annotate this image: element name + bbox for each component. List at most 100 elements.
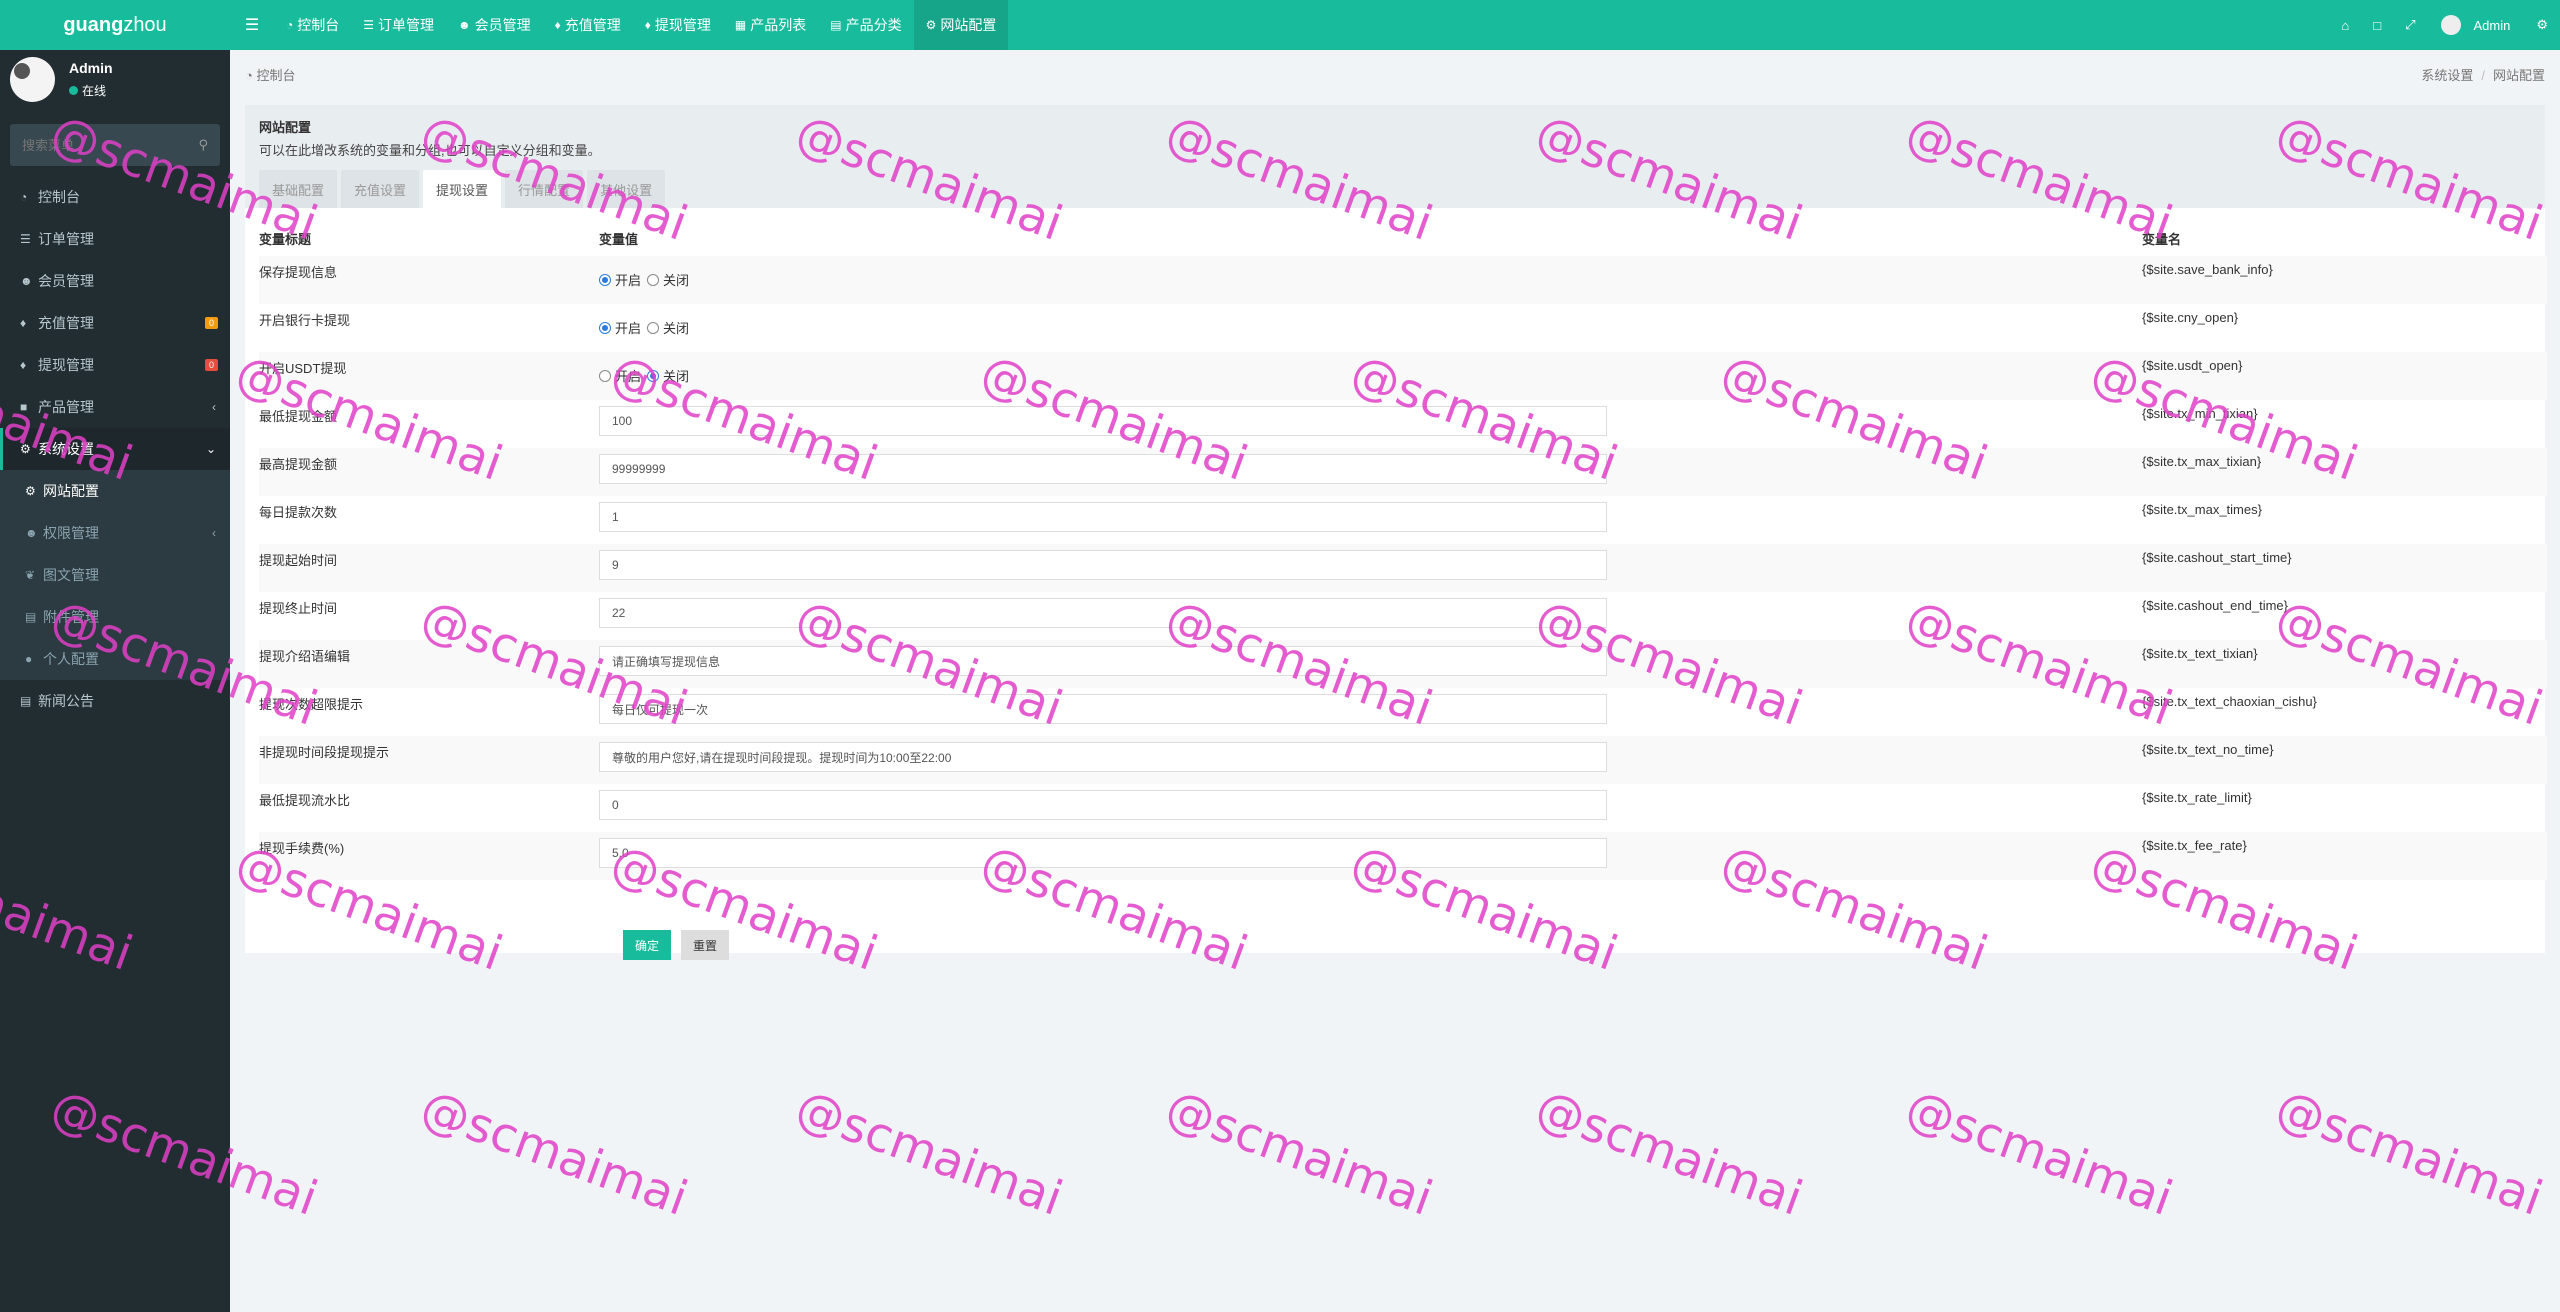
column-header: 变量标题 xyxy=(259,231,312,247)
sidebar-item-permissions[interactable]: ☻ 权限管理 ‹ xyxy=(0,512,230,554)
breadcrumb: ◔ 控制台 系统设置 / 网站配置 xyxy=(230,50,2560,98)
sidebar-item-members[interactable]: ☻ 会员管理 xyxy=(0,260,230,302)
variable-name: {$site.cashout_start_time} xyxy=(2142,544,2547,592)
tab-basic[interactable]: 基础配置 xyxy=(259,170,338,208)
tab-other-settings[interactable]: 其他设置 xyxy=(587,170,666,208)
menu-toggle-icon[interactable]: ☰ xyxy=(230,15,274,35)
tab-label: 控制台 xyxy=(297,17,340,33)
panel-heading: 网站配置 可以在此增改系统的变量和分组,也可以自定义分组和变量。 基础配置 充值… xyxy=(245,105,2545,208)
config-value-input[interactable] xyxy=(599,454,1607,484)
config-value-input[interactable] xyxy=(599,598,1607,628)
sidebar-item-products[interactable]: ■ 产品管理 ‹ xyxy=(0,386,230,428)
tab-dashboard[interactable]: ◔ 控制台 xyxy=(274,0,351,50)
users-icon: ☻ xyxy=(25,526,38,540)
sidebar-item-label: 提现管理 xyxy=(38,357,94,373)
withdraw-count-badge: 0 xyxy=(204,359,218,371)
sidebar-item-news[interactable]: ▤ 新闻公告 xyxy=(0,680,230,722)
table-row: 提现介绍语编辑 {$site.tx_text_tixian} xyxy=(259,640,2547,688)
config-value-input[interactable] xyxy=(599,502,1607,532)
sidebar-item-settings[interactable]: ⚙ 系统设置 ⌄ xyxy=(0,428,230,470)
logo[interactable]: guang zhou xyxy=(0,0,230,50)
sidebar-search: ⚲ xyxy=(10,124,220,166)
config-value-input[interactable] xyxy=(599,838,1607,868)
sidebar-item-recharge[interactable]: ♦ 充值管理 0 xyxy=(0,302,230,344)
variable-value-cell xyxy=(599,832,2142,880)
sidebar-item-profile[interactable]: ● 个人配置 xyxy=(0,638,230,680)
variable-title: 最高提现金额 xyxy=(259,448,599,496)
sidebar-item-orders[interactable]: ☰ 订单管理 xyxy=(0,218,230,260)
dashboard-icon: ◔ xyxy=(20,190,28,204)
breadcrumb-left[interactable]: ◔ 控制台 xyxy=(245,65,295,84)
radio-on-label[interactable]: 开启 xyxy=(615,366,641,385)
variable-value-cell: 开启 关闭 xyxy=(599,352,2142,400)
table-row: 保存提现信息 开启 关闭 {$site.save_bank_info} xyxy=(259,256,2547,304)
chevron-left-icon: ‹ xyxy=(212,526,216,540)
confirm-button[interactable]: 确定 xyxy=(623,930,672,960)
sidebar-item-withdraw[interactable]: ♦ 提现管理 0 xyxy=(0,344,230,386)
file-icon: ▤ xyxy=(25,610,37,624)
tab-recharge[interactable]: ♦ 充值管理 xyxy=(543,0,633,50)
column-header: 变量名 xyxy=(2142,231,2182,247)
tab-product-category[interactable]: ▤ 产品分类 xyxy=(818,0,913,50)
tab-orders[interactable]: ☰ 订单管理 xyxy=(351,0,446,50)
radio-off[interactable] xyxy=(647,321,660,334)
radio-on-label[interactable]: 开启 xyxy=(615,318,641,337)
reset-button[interactable]: 重置 xyxy=(681,930,730,960)
config-value-input[interactable] xyxy=(599,646,1607,676)
breadcrumb-current: 网站配置 xyxy=(2492,67,2545,83)
tab-members[interactable]: ☻ 会员管理 xyxy=(446,0,543,50)
variable-value-cell xyxy=(599,544,2142,592)
config-value-input[interactable] xyxy=(599,550,1607,580)
radio-off-label[interactable]: 关闭 xyxy=(663,270,689,289)
user-menu-name: Admin xyxy=(2473,17,2511,33)
tab-market-config[interactable]: 行情配置 xyxy=(505,170,584,208)
trash-icon[interactable]: □ xyxy=(2361,18,2393,33)
tab-label: 会员管理 xyxy=(474,17,531,33)
radio-off-label[interactable]: 关闭 xyxy=(663,318,689,337)
fullscreen-icon[interactable]: ⤢ xyxy=(2393,17,2427,33)
user-menu[interactable]: Admin xyxy=(2427,15,2524,35)
sidebar-item-articles[interactable]: ❦ 图文管理 xyxy=(0,554,230,596)
config-value-input[interactable] xyxy=(599,742,1607,772)
radio-off[interactable] xyxy=(647,273,660,286)
user-icon: ● xyxy=(25,652,33,666)
table-row: 开启USDT提现 开启 关闭 {$site.usdt_open} xyxy=(259,352,2547,400)
sidebar-item-attachments[interactable]: ▤ 附件管理 xyxy=(0,596,230,638)
search-input[interactable] xyxy=(22,137,199,153)
variable-title: 开启银行卡提现 xyxy=(259,313,351,328)
variable-name: {$site.tx_fee_rate} xyxy=(2142,832,2547,880)
sidebar-item-dashboard[interactable]: ◔ 控制台 xyxy=(0,176,230,218)
radio-on-label[interactable]: 开启 xyxy=(615,270,641,289)
home-icon[interactable]: ⌂ xyxy=(2329,18,2361,33)
variable-title: 保存提现信息 xyxy=(259,256,599,304)
tab-product-list[interactable]: ▦ 产品列表 xyxy=(723,0,818,50)
dashboard-icon: ◔ xyxy=(286,18,294,32)
radio-off-label[interactable]: 关闭 xyxy=(663,366,689,385)
gear-icon: ⚙ xyxy=(925,18,937,32)
config-value-input[interactable] xyxy=(599,694,1607,724)
sidebar-item-site-config[interactable]: ⚙ 网站配置 xyxy=(0,470,230,512)
radio-on[interactable] xyxy=(599,273,611,286)
config-value-input[interactable] xyxy=(599,406,1607,436)
list-icon: ☰ xyxy=(363,18,375,32)
variable-value-cell xyxy=(599,736,2142,784)
table-row: 最低提现金额 {$site.tx_min_tixian} xyxy=(259,400,2547,448)
gears-icon[interactable]: ⚙ xyxy=(2524,17,2560,33)
breadcrumb-home: 控制台 xyxy=(256,67,296,83)
config-value-input[interactable] xyxy=(599,790,1607,820)
search-icon[interactable]: ⚲ xyxy=(198,137,208,153)
radio-on[interactable] xyxy=(599,369,611,382)
tab-withdraw[interactable]: ♦ 提现管理 xyxy=(633,0,723,50)
tab-recharge-settings[interactable]: 充值设置 xyxy=(341,170,420,208)
tab-withdraw-settings[interactable]: 提现设置 xyxy=(423,170,502,208)
tab-site-config[interactable]: ⚙ 网站配置 xyxy=(913,0,1009,50)
variable-value-cell xyxy=(599,400,2142,448)
breadcrumb-parent[interactable]: 系统设置 xyxy=(2421,68,2473,83)
news-icon: ▤ xyxy=(20,694,32,708)
variable-value-cell xyxy=(599,448,2142,496)
radio-off[interactable] xyxy=(647,369,660,382)
radio-on[interactable] xyxy=(599,321,611,334)
watermark-text: @scmaimai xyxy=(788,1079,1070,1227)
variable-name: {$site.cashout_end_time} xyxy=(2142,598,2288,613)
watermark-text: @scmaimai xyxy=(1898,1079,2180,1227)
